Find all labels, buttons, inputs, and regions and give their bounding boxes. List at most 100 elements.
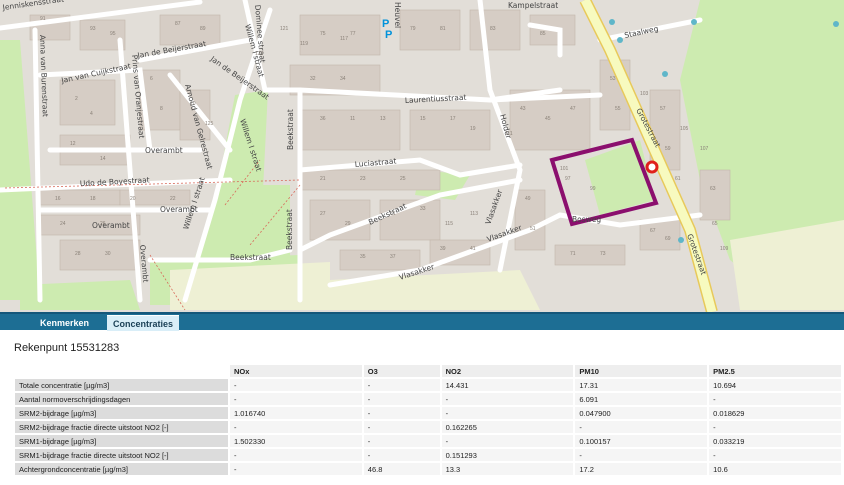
parking-icon: P (385, 29, 392, 41)
house-number: 8 (160, 106, 163, 112)
table-cell: 0.018629 (709, 407, 841, 419)
house-number: 32 (310, 76, 316, 82)
house-number: 63 (710, 186, 716, 192)
street-label: Beekstraat (230, 253, 271, 262)
house-number: 26 (100, 221, 106, 227)
table-cell: 0.151293 (441, 449, 574, 461)
map-view[interactable]: P P Jenniskensstraat Anna van Burenstraat… (0, 0, 844, 312)
house-number: 111 (505, 131, 513, 137)
table-cell: 46.8 (363, 463, 440, 475)
house-number: 91 (40, 16, 46, 22)
house-number: 21 (320, 176, 326, 182)
table-cell: 0.047900 (575, 407, 708, 419)
house-number: 113 (470, 211, 478, 217)
row-label: Aantal normoverschrijdingsdagen (15, 393, 228, 405)
table-cell: - (363, 435, 440, 447)
street-label: Bosweg (572, 215, 601, 224)
column-header-pm25: PM2.5 (709, 365, 841, 377)
house-number: 57 (660, 106, 666, 112)
table-cell: 10.694 (709, 379, 841, 391)
house-number: 29 (345, 221, 351, 227)
house-number: 79 (410, 26, 416, 32)
table-cell: - (441, 407, 574, 419)
house-number: 65 (712, 221, 718, 227)
house-number: 43 (520, 106, 526, 112)
house-number: 31 (390, 211, 396, 217)
street-label: Kampelstraat (508, 1, 558, 10)
row-label: SRM2-bijdrage [µg/m3] (15, 407, 228, 419)
table-cell: 0.162265 (441, 421, 574, 433)
house-number: 121 (280, 26, 289, 32)
receptor-point-marker[interactable] (645, 160, 659, 174)
house-number: 117 (340, 36, 348, 42)
house-number: 83 (490, 26, 496, 32)
house-number: 51 (530, 226, 536, 232)
house-number: 25 (400, 176, 406, 182)
row-label: SRM1-bijdrage fractie directe uitstoot N… (15, 449, 228, 461)
house-number: 14 (100, 156, 106, 162)
house-number: 67 (650, 228, 656, 234)
street-label: Beekstraat (285, 209, 294, 250)
house-number: 39 (440, 246, 446, 252)
table-cell: - (230, 449, 362, 461)
house-number: 22 (170, 196, 176, 202)
house-number: 2 (75, 96, 78, 102)
table-cell: 6.091 (575, 393, 708, 405)
house-number: 95 (110, 31, 116, 37)
table-cell: - (230, 421, 362, 433)
house-number: 37 (390, 254, 396, 260)
tab-concentraties[interactable]: Concentraties (107, 315, 179, 331)
table-row: SRM2-bijdrage fractie directe uitstoot N… (15, 421, 841, 433)
house-number: 36 (320, 116, 326, 122)
table-row: SRM1-bijdrage [µg/m3] 1.502330- -0.100157 0… (15, 435, 841, 447)
street-label: Beekstraat (286, 109, 295, 150)
table-cell: - (363, 449, 440, 461)
house-number: 49 (525, 196, 531, 202)
house-number: 55 (615, 106, 621, 112)
house-number: 101 (560, 166, 569, 172)
house-number: 115 (445, 221, 453, 227)
house-number: 69 (665, 236, 671, 242)
house-number: 109 (720, 246, 729, 252)
house-number: 13 (380, 116, 386, 122)
table-cell: 1.502330 (230, 435, 362, 447)
table-row: Achtergrondconcentratie [µg/m3] -46.8 13.3… (15, 463, 841, 475)
table-cell: 1.016740 (230, 407, 362, 419)
table-cell: - (441, 435, 574, 447)
row-label: SRM1-bijdrage [µg/m3] (15, 435, 228, 447)
house-number: 33 (420, 206, 426, 212)
table-cell: - (575, 449, 708, 461)
table-cell: - (230, 393, 362, 405)
table-cell: 10.6 (709, 463, 841, 475)
table-corner (15, 365, 228, 377)
table-row: Aantal normoverschrijdingsdagen - - -6.091- (15, 393, 841, 405)
table-cell: - (709, 449, 841, 461)
table-cell: - (575, 421, 708, 433)
house-number: 30 (105, 251, 111, 257)
house-number: 11 (350, 116, 355, 122)
table-cell: 0.033219 (709, 435, 841, 447)
table-cell: 0.100157 (575, 435, 708, 447)
tab-kenmerken[interactable]: Kenmerken (34, 315, 95, 331)
street-label: Overambt (145, 146, 183, 155)
house-number: 6 (150, 76, 153, 82)
house-number: 105 (680, 126, 689, 132)
house-number: 75 (320, 31, 326, 37)
house-number: 47 (570, 106, 576, 112)
house-number: 15 (420, 116, 426, 122)
table-cell: 14.431 (441, 379, 574, 391)
house-number: 61 (675, 176, 681, 182)
house-number: 81 (440, 26, 446, 32)
house-number: 23 (360, 176, 366, 182)
table-cell: - (363, 379, 440, 391)
house-number: 28 (75, 251, 81, 257)
house-number: 53 (610, 76, 616, 82)
house-number: 18 (90, 196, 96, 202)
column-header-o3: O3 (363, 365, 440, 377)
map-canvas[interactable]: P P JenniskensstraatAnna van Burenstraat… (0, 0, 844, 312)
table-row: SRM2-bijdrage [µg/m3] 1.016740- -0.047900 0… (15, 407, 841, 419)
table-cell: 17.31 (575, 379, 708, 391)
house-number: 85 (540, 31, 546, 37)
column-header-no2: NO2 (441, 365, 574, 377)
house-number: 87 (175, 21, 181, 27)
